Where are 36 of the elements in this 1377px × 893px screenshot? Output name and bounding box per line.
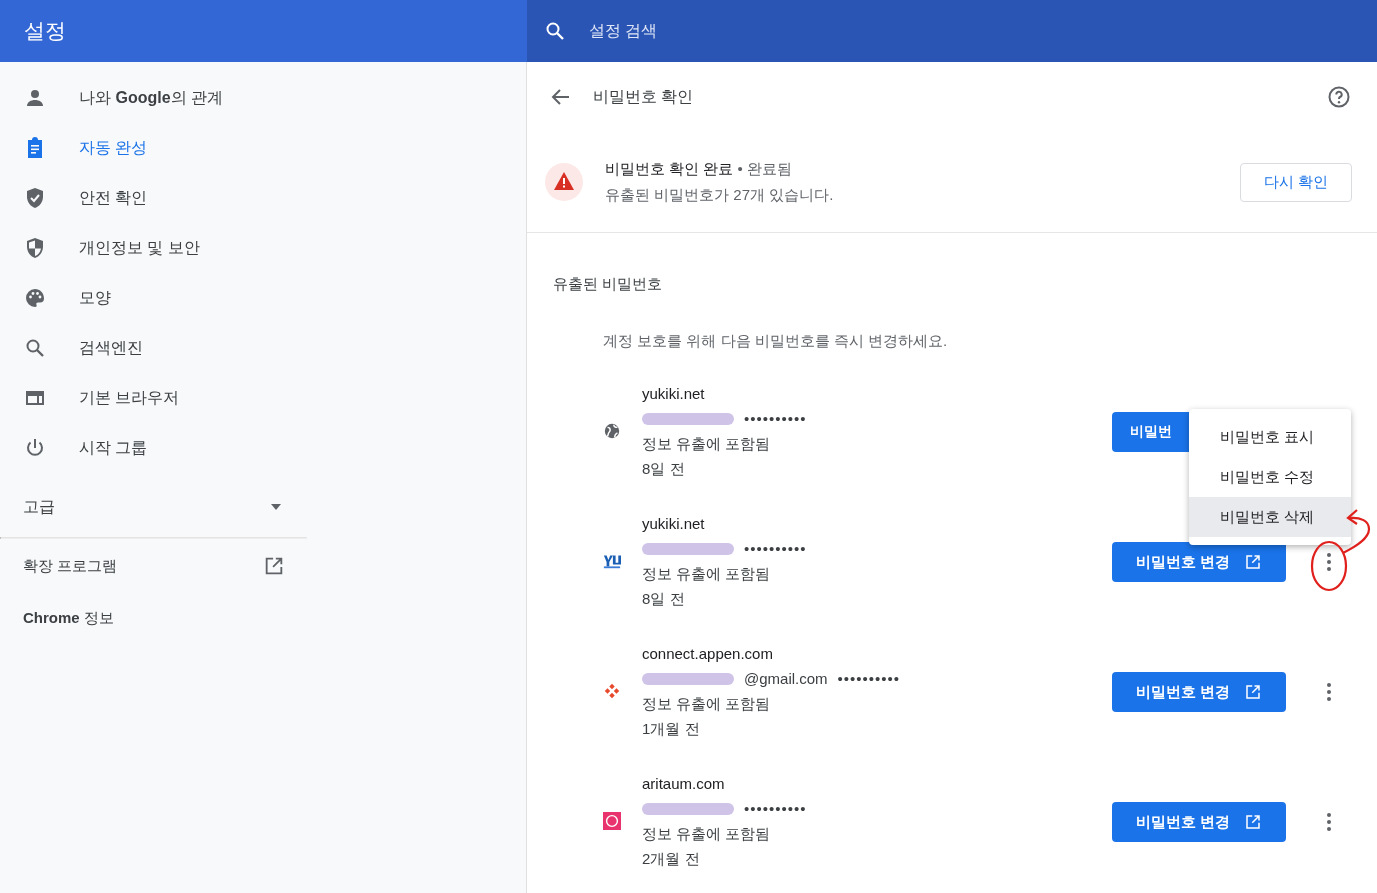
leak-status: 정보 유출에 포함됨	[642, 694, 772, 714]
section-description: 계정 보호를 위해 다음 비밀번호를 즉시 변경하세요.	[602, 331, 949, 351]
username: @gmail.com	[744, 669, 828, 689]
status-detail: 유출된 비밀번호가 27개 있습니다.	[605, 185, 835, 205]
leak-age: 8일 전	[642, 459, 686, 479]
status-state: 완료됨	[746, 160, 792, 177]
sidebar-link-label: 확장 프로그램	[23, 556, 118, 576]
masked-password: ••••••••••	[744, 799, 807, 819]
site-name: yukiki.net	[642, 514, 706, 534]
sidebar-label: 개인정보 및 보안	[79, 237, 200, 258]
sidebar-label: 자동 완성	[79, 137, 148, 158]
sidebar-label: 나와 Google의 관계	[79, 87, 223, 108]
leak-age: 1개월 전	[642, 719, 701, 739]
masked-password: ••••••••••	[837, 669, 901, 689]
section-title: 유출된 비밀번호	[552, 274, 664, 294]
leak-age: 8일 전	[642, 589, 686, 609]
sidebar-label: 기본 브라우저	[79, 387, 180, 408]
advanced-label: 고급	[23, 496, 55, 517]
status-separator: •	[737, 160, 743, 177]
page-title: 비밀번호 확인	[593, 86, 695, 107]
sidebar-label: 검색엔진	[79, 337, 143, 358]
leak-status: 정보 유출에 포함됨	[642, 564, 772, 584]
leak-status: 정보 유출에 포함됨	[642, 434, 772, 454]
site-name: aritaum.com	[642, 774, 726, 794]
status-title: 비밀번호 확인 완료	[605, 160, 734, 177]
leak-status: 정보 유출에 포함됨	[642, 824, 772, 844]
site-name: connect.appen.com	[642, 644, 774, 664]
masked-password: ••••••••••	[744, 539, 807, 559]
site-name: yukiki.net	[642, 384, 706, 404]
sidebar-label: 안전 확인	[79, 187, 148, 208]
app-title: 설정	[24, 18, 66, 44]
sidebar-label: 모양	[79, 287, 111, 308]
sidebar-label: 시작 그룹	[79, 437, 148, 458]
masked-password: ••••••••••	[744, 409, 807, 429]
sidebar-link-label: Chrome 정보	[23, 608, 114, 628]
leak-age: 2개월 전	[642, 849, 701, 869]
